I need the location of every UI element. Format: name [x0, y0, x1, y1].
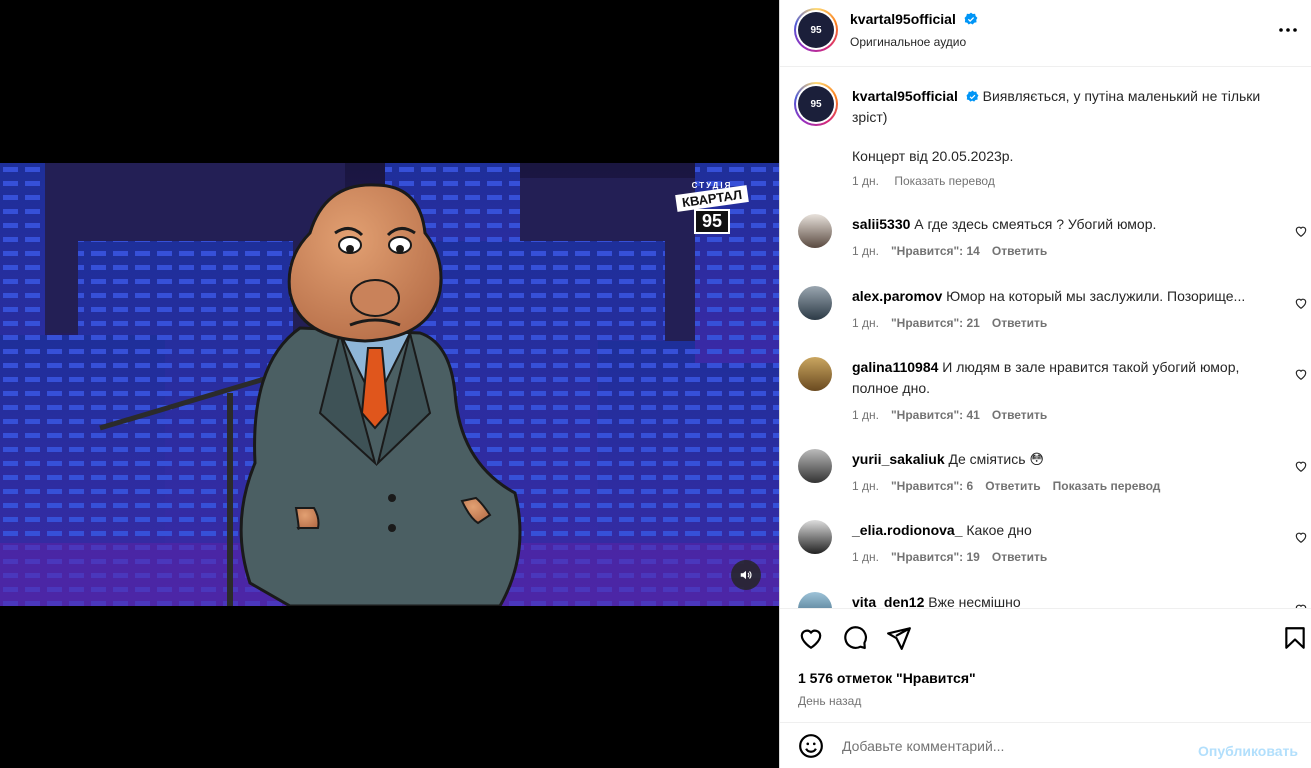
comment-time[interactable]: 1 дн. [852, 550, 879, 564]
comment-likes[interactable]: "Нравится": 21 [891, 316, 980, 330]
caption-time[interactable]: 1 дн. [852, 174, 879, 188]
more-horizontal-icon[interactable] [1276, 18, 1300, 42]
like-comment-heart-icon[interactable] [1294, 530, 1308, 544]
comment-avatar[interactable] [798, 286, 832, 320]
caption: 95 kvartal95official Виявляється, у путі… [780, 82, 1311, 192]
comments-list[interactable]: 95 kvartal95official Виявляється, у путі… [780, 68, 1311, 608]
comment-avatar[interactable] [798, 592, 832, 608]
show-translation-link[interactable]: Показать перевод [1053, 479, 1161, 493]
comment-item: _elia.rodionova_ Какое дно 1 дн. "Нравитс… [780, 520, 1311, 580]
comment-avatar[interactable] [798, 449, 832, 483]
like-comment-heart-icon[interactable] [1294, 296, 1308, 310]
author-username[interactable]: kvartal95official [850, 11, 956, 27]
reply-button[interactable]: Ответить [985, 479, 1040, 493]
verified-badge-icon [964, 12, 978, 25]
comment-text: Де сміятись 😳 [948, 451, 1044, 467]
caption-meta: 1 дн. Показать перевод [852, 174, 1007, 188]
post-side-panel: 95 kvartal95official Оригинальное аудио … [779, 0, 1311, 768]
media-viewer: СТУДІЯ КВАРТАЛ 95 [0, 0, 779, 768]
comment-text: Вже несмішно [928, 594, 1021, 608]
comment-item: alex.paromov Юмор на который мы заслужил… [780, 286, 1311, 346]
comment-username[interactable]: vita_den12 [852, 594, 924, 608]
comment-bubble-icon[interactable] [842, 625, 868, 651]
post-header: 95 kvartal95official Оригинальное аудио [780, 0, 1311, 67]
emoji-smiley-icon[interactable] [798, 733, 824, 759]
comment-username[interactable]: yurii_sakaliuk [852, 451, 945, 467]
reply-button[interactable]: Ответить [992, 316, 1047, 330]
comment-text: А где здесь смеяться ? Убогий юмор. [914, 216, 1157, 232]
comment-username[interactable]: _elia.rodionova_ [852, 522, 962, 538]
comment-time[interactable]: 1 дн. [852, 479, 879, 493]
comment-avatar[interactable] [798, 520, 832, 554]
comment-time[interactable]: 1 дн. [852, 408, 879, 422]
comment-avatar[interactable] [798, 357, 832, 391]
like-heart-icon[interactable] [798, 625, 824, 651]
publish-button[interactable]: Опубликовать [1198, 743, 1298, 759]
author-avatar[interactable]: 95 [794, 8, 838, 52]
comment-likes[interactable]: "Нравится": 19 [891, 550, 980, 564]
caption-username[interactable]: kvartal95official [852, 88, 958, 104]
comment-likes[interactable]: "Нравится": 41 [891, 408, 980, 422]
comment-username[interactable]: alex.paromov [852, 288, 942, 304]
share-send-icon[interactable] [886, 625, 912, 651]
like-comment-heart-icon[interactable] [1294, 459, 1308, 473]
like-comment-heart-icon[interactable] [1294, 224, 1308, 238]
speaker-icon [740, 570, 752, 580]
verified-badge-icon [966, 90, 979, 102]
video-frame [0, 163, 779, 606]
comment-username[interactable]: galina110984 [852, 359, 938, 375]
comment-username[interactable]: salii5330 [852, 216, 910, 232]
reply-button[interactable]: Ответить [992, 408, 1047, 422]
comment-item: yurii_sakaliuk Де сміятись 😳 1 дн. "Нрави… [780, 449, 1311, 509]
comment-item: vita_den12 Вже несмішно [780, 592, 1311, 608]
post-actions-bar [780, 608, 1311, 660]
comment-avatar[interactable] [798, 214, 832, 248]
caption-avatar[interactable]: 95 [794, 82, 838, 126]
comment-text: Юмор на который мы заслужили. Позорище..… [946, 288, 1246, 304]
caption-text-2: Концерт від 20.05.2023р. [852, 148, 1014, 164]
show-translation-link[interactable]: Показать перевод [894, 174, 995, 188]
kvartal95-watermark: СТУДІЯ КВАРТАЛ 95 [675, 181, 749, 245]
comment-likes[interactable]: "Нравится": 14 [891, 244, 980, 258]
video-player[interactable]: СТУДІЯ КВАРТАЛ 95 [0, 163, 779, 606]
reply-button[interactable]: Ответить [992, 550, 1047, 564]
comment-item: galina110984 И людям в зале нравится так… [780, 357, 1311, 437]
post-date[interactable]: День назад [798, 694, 861, 708]
like-comment-heart-icon[interactable] [1294, 367, 1308, 381]
audio-label[interactable]: Оригинальное аудио [850, 35, 966, 49]
comment-time[interactable]: 1 дн. [852, 316, 879, 330]
comment-time[interactable]: 1 дн. [852, 244, 879, 258]
add-comment-bar: Опубликовать [780, 722, 1311, 768]
comment-input[interactable] [842, 735, 1182, 757]
comment-text: Какое дно [966, 522, 1032, 538]
reply-button[interactable]: Ответить [992, 244, 1047, 258]
likes-count[interactable]: 1 576 отметок "Нравится" [798, 670, 976, 686]
bookmark-save-icon[interactable] [1282, 625, 1308, 651]
comment-item: salii5330 А где здесь смеяться ? Убогий … [780, 214, 1311, 274]
comment-likes[interactable]: "Нравится": 6 [891, 479, 973, 493]
volume-button[interactable] [731, 560, 761, 590]
